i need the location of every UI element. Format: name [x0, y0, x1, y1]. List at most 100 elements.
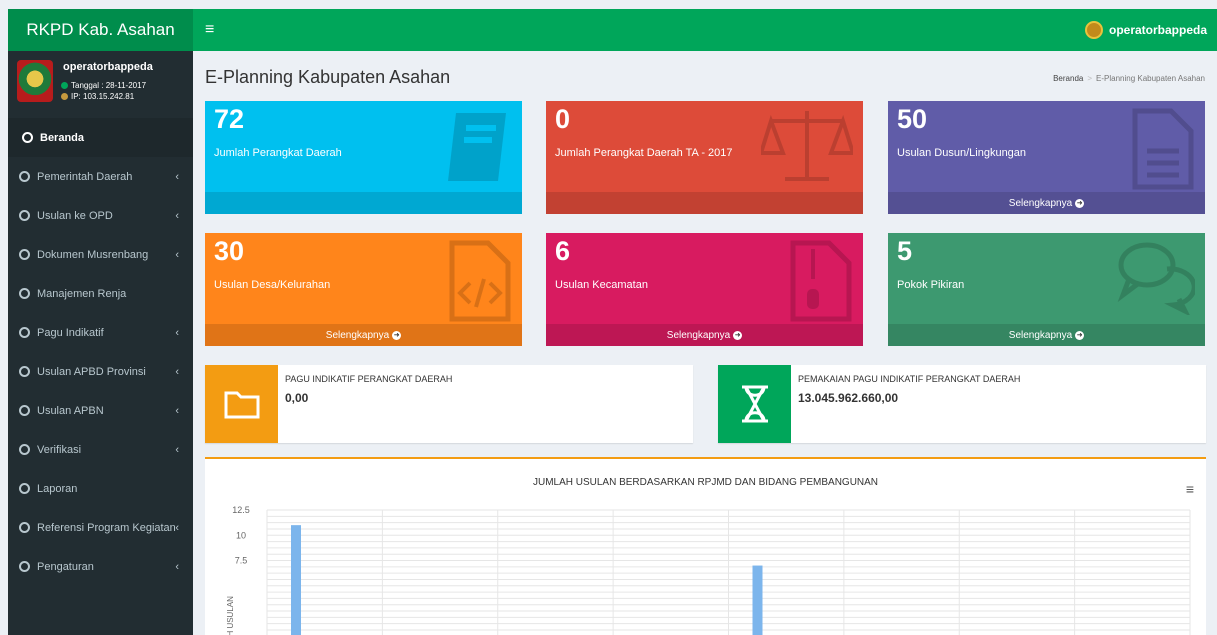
stat-footer[interactable] — [205, 192, 522, 214]
sidebar-toggle-hamburger-icon[interactable]: ≡ — [205, 21, 214, 39]
file-text-icon — [1132, 108, 1194, 190]
app-brand: RKPD Kab. Asahan — [26, 20, 175, 39]
sidebar-item-label: Pengaturan — [37, 560, 94, 573]
more-info-link[interactable]: Selengkapnya — [1009, 330, 1072, 341]
sidebar-item-label: Verifikasi — [37, 443, 82, 456]
comments-icon — [1117, 242, 1195, 315]
y-axis-label: AH USULAN — [226, 596, 235, 635]
circle-icon — [19, 522, 30, 533]
stat-value: 50 — [897, 104, 928, 134]
y-tick-label: 10 — [236, 530, 246, 540]
chevron-left-icon: ‹ — [175, 521, 179, 534]
stat-value: 0 — [555, 104, 571, 134]
bar — [291, 525, 301, 635]
bar — [752, 565, 763, 635]
info-box-icon — [205, 365, 278, 443]
info-title: PAGU INDIKATIF PERANGKAT DAERAH — [285, 374, 453, 384]
ip-dot-icon — [61, 93, 68, 100]
stat-box-usulan-dusun: 50 Usulan Dusun/Lingkungan Selengkapnya ➜ — [888, 101, 1205, 214]
sidebar-item-manajemen-renja[interactable]: Manajemen Renja — [8, 274, 193, 313]
chart-panel: JUMLAH USULAN BERDASARKAN RPJMD DAN BIDA… — [205, 457, 1206, 635]
info-title: PEMAKAIAN PAGU INDIKATIF PERANGKAT DAERA… — [798, 374, 1021, 384]
login-date: Tanggal : 28-11-2017 — [61, 81, 146, 90]
app-logo[interactable]: RKPD Kab. Asahan — [8, 9, 193, 51]
login-ip-text: IP: 103.15.242.81 — [71, 92, 135, 101]
stat-label: Pokok Pikiran — [897, 279, 965, 291]
sidebar-item-label: Dokumen Musrenbang — [37, 248, 149, 261]
sidebar-item-referensi-program-kegiatan[interactable]: Referensi Program Kegiatan ‹ — [8, 508, 193, 547]
header-username: operatorbappeda — [1108, 23, 1207, 37]
info-value: 13.045.962.660,00 — [798, 391, 899, 405]
circle-icon — [19, 444, 30, 455]
more-info-link[interactable]: Selengkapnya — [1009, 198, 1072, 209]
sidebar-item-usulan-ke-opd[interactable]: Usulan ke OPD ‹ — [8, 196, 193, 235]
stat-value: 72 — [214, 104, 245, 134]
sidebar-item-usulan-apbn[interactable]: Usulan APBN ‹ — [8, 391, 193, 430]
stat-label: Usulan Desa/Kelurahan — [214, 279, 331, 291]
sidebar-item-laporan[interactable]: Laporan — [8, 469, 193, 508]
sidebar-item-beranda[interactable]: Beranda — [8, 118, 193, 157]
balance-scale-icon — [761, 111, 853, 181]
stat-footer[interactable]: Selengkapnya ➜ — [888, 324, 1205, 346]
stat-footer[interactable]: Selengkapnya ➜ — [205, 324, 522, 346]
chevron-left-icon: ‹ — [175, 365, 179, 378]
breadcrumb-home-link[interactable]: Beranda — [1053, 74, 1083, 83]
file-code-icon — [449, 240, 511, 322]
stat-value: 5 — [897, 236, 913, 266]
sidebar-item-label: Manajemen Renja — [37, 287, 127, 300]
arrow-circle-right-icon: ➜ — [392, 330, 402, 340]
sidebar-username: operatorbappeda — [63, 61, 153, 73]
info-box-pagu-indikatif: PAGU INDIKATIF PERANGKAT DAERAH 0,00 — [205, 365, 693, 443]
sidebar-item-label: Referensi Program Kegiatan — [37, 521, 176, 534]
sidebar-item-label: Usulan APBD Provinsi — [37, 365, 146, 378]
stat-footer[interactable]: Selengkapnya ➜ — [888, 192, 1205, 214]
top-navbar: ≡ operatorbappeda — [193, 9, 1217, 51]
more-info-link[interactable]: Selengkapnya — [667, 330, 730, 341]
circle-icon — [19, 249, 30, 260]
circle-icon — [19, 405, 30, 416]
stat-footer[interactable]: Selengkapnya ➜ — [546, 324, 863, 346]
more-info-link[interactable]: Selengkapnya — [326, 330, 389, 341]
chevron-left-icon: ‹ — [175, 560, 179, 573]
arrow-circle-right-icon: ➜ — [733, 330, 743, 340]
sidebar-menu: Beranda Pemerintah Daerah ‹ Usulan ke OPD ‹ D… — [8, 118, 193, 586]
user-menu[interactable]: operatorbappeda — [1084, 9, 1207, 51]
chevron-left-icon: ‹ — [175, 326, 179, 339]
login-ip: IP: 103.15.242.81 — [61, 92, 134, 101]
online-dot-icon — [61, 82, 68, 89]
chevron-left-icon: ‹ — [175, 170, 179, 183]
sidebar-item-verifikasi[interactable]: Verifikasi ‹ — [8, 430, 193, 469]
stat-footer[interactable] — [546, 192, 863, 214]
sidebar-item-pemerintah-daerah[interactable]: Pemerintah Daerah ‹ — [8, 157, 193, 196]
sidebar-item-usulan-apbd-provinsi[interactable]: Usulan APBD Provinsi ‹ — [8, 352, 193, 391]
sidebar-item-pagu-indikatif[interactable]: Pagu Indikatif ‹ — [8, 313, 193, 352]
y-tick-label: 7.5 — [235, 556, 248, 566]
sidebar-item-label: Pagu Indikatif — [37, 326, 104, 339]
circle-icon — [19, 483, 30, 494]
chevron-left-icon: ‹ — [175, 404, 179, 417]
stat-box-perangkat-daerah: 72 Jumlah Perangkat Daerah — [205, 101, 522, 214]
circle-icon — [19, 327, 30, 338]
breadcrumb: Beranda > E-Planning Kabupaten Asahan — [1053, 74, 1205, 83]
circle-icon — [19, 366, 30, 377]
sidebar-item-dokumen-musrenbang[interactable]: Dokumen Musrenbang ‹ — [8, 235, 193, 274]
sidebar-item-label: Beranda — [40, 131, 85, 144]
y-tick-label: 12.5 — [232, 505, 250, 515]
info-box-icon — [718, 365, 791, 443]
breadcrumb-current: E-Planning Kabupaten Asahan — [1096, 74, 1205, 83]
file-zip-icon — [790, 240, 852, 322]
user-panel: operatorbappeda Tanggal : 28-11-2017 IP:… — [8, 51, 193, 118]
circle-icon — [19, 171, 30, 182]
hourglass-icon — [741, 385, 768, 423]
chevron-left-icon: ‹ — [175, 248, 179, 261]
stat-box-pokok-pikiran: 5 Pokok Pikiran Selengkapnya ➜ — [888, 233, 1205, 346]
arrow-circle-right-icon: ➜ — [1075, 330, 1085, 340]
stat-box-usulan-kecamatan: 6 Usulan Kecamatan Selengkapnya ➜ — [546, 233, 863, 346]
circle-icon — [19, 210, 30, 221]
circle-icon — [22, 132, 33, 143]
sidebar: operatorbappeda Tanggal : 28-11-2017 IP:… — [8, 51, 193, 635]
info-value: 0,00 — [285, 391, 309, 405]
stat-value: 6 — [555, 236, 571, 266]
stat-box-perangkat-daerah-ta: 0 Jumlah Perangkat Daerah TA - 2017 — [546, 101, 863, 214]
sidebar-item-pengaturan[interactable]: Pengaturan ‹ — [8, 547, 193, 586]
